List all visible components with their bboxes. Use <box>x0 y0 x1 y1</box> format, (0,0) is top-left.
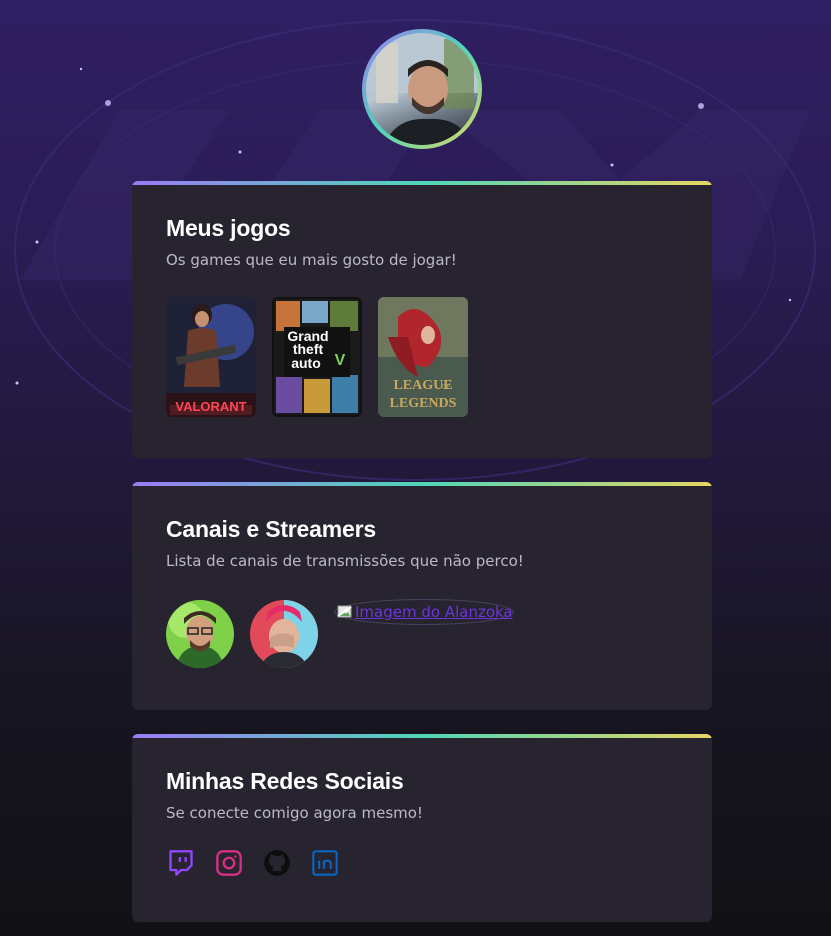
streamers-title: Canais e Streamers <box>166 516 376 542</box>
gta-logo-line-3: auto <box>291 355 321 371</box>
social-card: Minhas Redes Sociais Se conecte comigo a… <box>132 734 712 922</box>
valorant-logo-text: VALORANT <box>175 399 246 414</box>
github-icon[interactable] <box>262 848 292 878</box>
lol-logo-line-3: LEGENDS <box>390 396 457 411</box>
social-title: Minhas Redes Sociais <box>166 768 404 794</box>
games-title: Meus jogos <box>166 215 291 241</box>
game-league-of-legends[interactable]: LEAGUE OF LEGENDS <box>378 297 468 417</box>
gta-logo-line-4: V <box>335 352 346 369</box>
broken-image-icon <box>337 605 352 618</box>
game-valorant[interactable]: VALORANT <box>166 297 256 417</box>
card-accent-bar <box>132 734 712 738</box>
lol-logo-line-2: OF <box>442 383 451 391</box>
avatar-photo <box>366 33 478 145</box>
twitch-icon[interactable] <box>166 848 196 878</box>
linkedin-icon[interactable] <box>310 848 340 878</box>
profile-avatar <box>362 29 482 149</box>
streamers-card: Canais e Streamers Lista de canais de tr… <box>132 482 712 710</box>
instagram-icon[interactable] <box>214 848 244 878</box>
games-subtitle: Os games que eu mais gosto de jogar! <box>166 251 457 269</box>
game-gta-v[interactable]: Grand theft auto V <box>272 297 362 417</box>
streamer-avatar-1[interactable] <box>166 600 234 668</box>
streamer-avatar-2[interactable] <box>250 600 318 668</box>
card-accent-bar <box>132 181 712 185</box>
broken-image-alt-text[interactable]: Imagem do Alanzoka <box>355 603 513 621</box>
card-accent-bar <box>132 482 712 486</box>
streamers-subtitle: Lista de canais de transmissões que não … <box>166 552 524 570</box>
games-card: Meus jogos Os games que eu mais gosto de… <box>132 181 712 458</box>
broken-streamer-image[interactable]: Imagem do Alanzoka <box>334 599 514 625</box>
social-subtitle: Se conecte comigo agora mesmo! <box>166 804 423 822</box>
